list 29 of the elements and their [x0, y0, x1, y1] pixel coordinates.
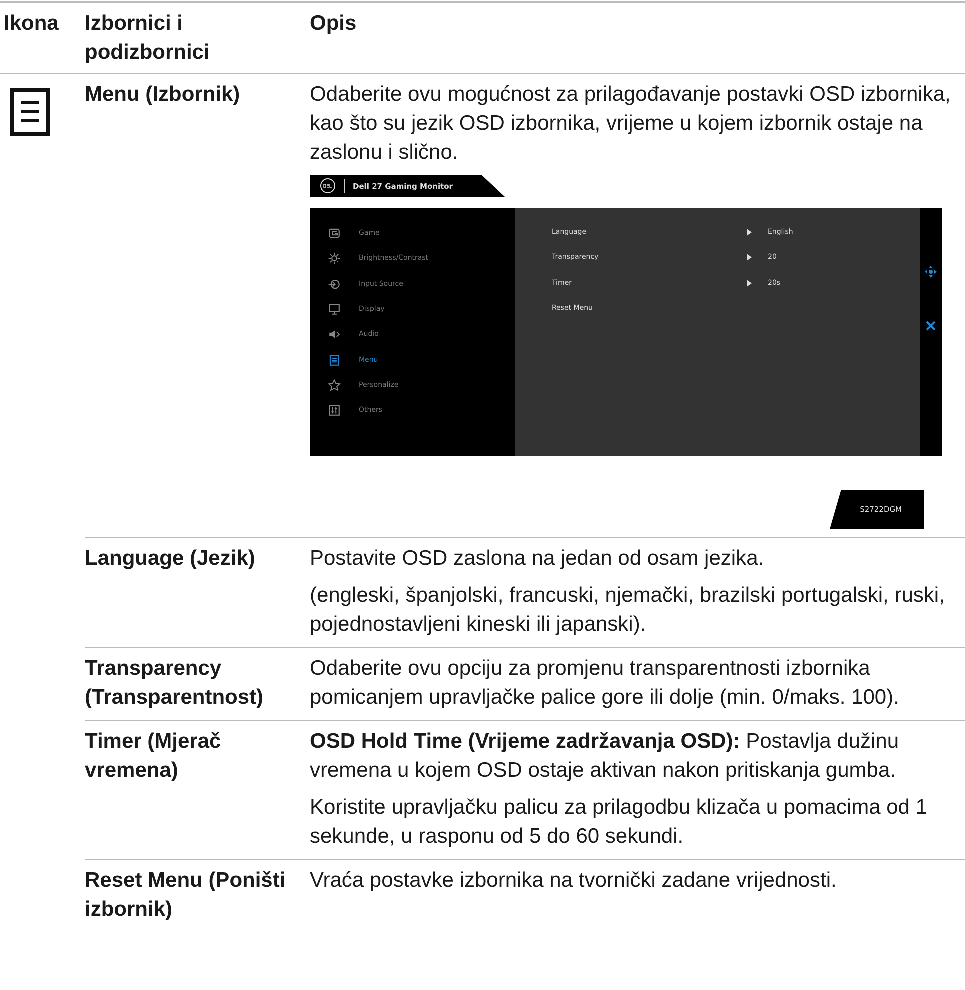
arrow-icon: [747, 229, 752, 236]
menu-item-icon: [328, 252, 341, 266]
menu-item-icon: [328, 278, 341, 291]
description-text: Koristite upravljačku palicu za prilagodbu klizača u pomacima od 1 sekunde, u rasponu od 5 do 60 sekundi.: [310, 795, 928, 850]
description-text: OSD Hold Time (Vrijeme zadržavanja OSD): Postavlja dužinu vremena u kojem OSD ostaje aktivan nakon pritiskanja gumba.: [310, 729, 900, 784]
arrow-icon: [747, 280, 752, 287]
description-text: Vraća postavke izbornika na tvornički zadane vrijednosti.: [310, 868, 838, 894]
menu-item-icon: [328, 227, 341, 240]
menu-item-icon: [328, 378, 341, 392]
description-text: Odaberite ovu opciju za promjenu transparentnosti izbornika pomicanjem upravljačke palice gore ili dolje (min. 0/maks. 100).: [310, 656, 900, 711]
menu-name: Reset Menu (Poništi izbornik): [85, 868, 287, 923]
description-text: Postavite OSD zaslona na jedan od osam jezika.: [310, 546, 766, 572]
menu-item-icon: [328, 328, 341, 342]
menu-name: Language (Jezik): [85, 538, 310, 648]
menu-name: Timer (Mjerač vremena): [85, 721, 310, 860]
menu-item-icon: [328, 303, 341, 316]
logo-icon: [320, 178, 336, 194]
description-text: Odaberite ovu mogućnost za prilagođavanje postavki OSD izbornika, kao što su jezik OSD izbornika, vrijeme u kojem izbornik ostaje na zaslonu i slično.: [310, 82, 952, 166]
menu-icon: [10, 88, 50, 136]
menu-item-icon: [328, 404, 341, 418]
menu-name: Transparency (Transparentnost): [85, 648, 310, 721]
menu-item-icon: [328, 354, 341, 367]
arrow-icon: [747, 254, 752, 262]
column-header: Izbornici i podizbornici: [85, 3, 310, 74]
description-text: (engleski, španjolski, francuski, njemački, brazilski portugalski, ruski, pojednostavljeni kineski ili japanski).: [310, 583, 946, 638]
column-header: Ikona: [0, 3, 85, 74]
column-header: Opis: [310, 3, 965, 74]
joystick-icon[interactable]: [925, 266, 937, 278]
close-icon[interactable]: [925, 320, 937, 332]
